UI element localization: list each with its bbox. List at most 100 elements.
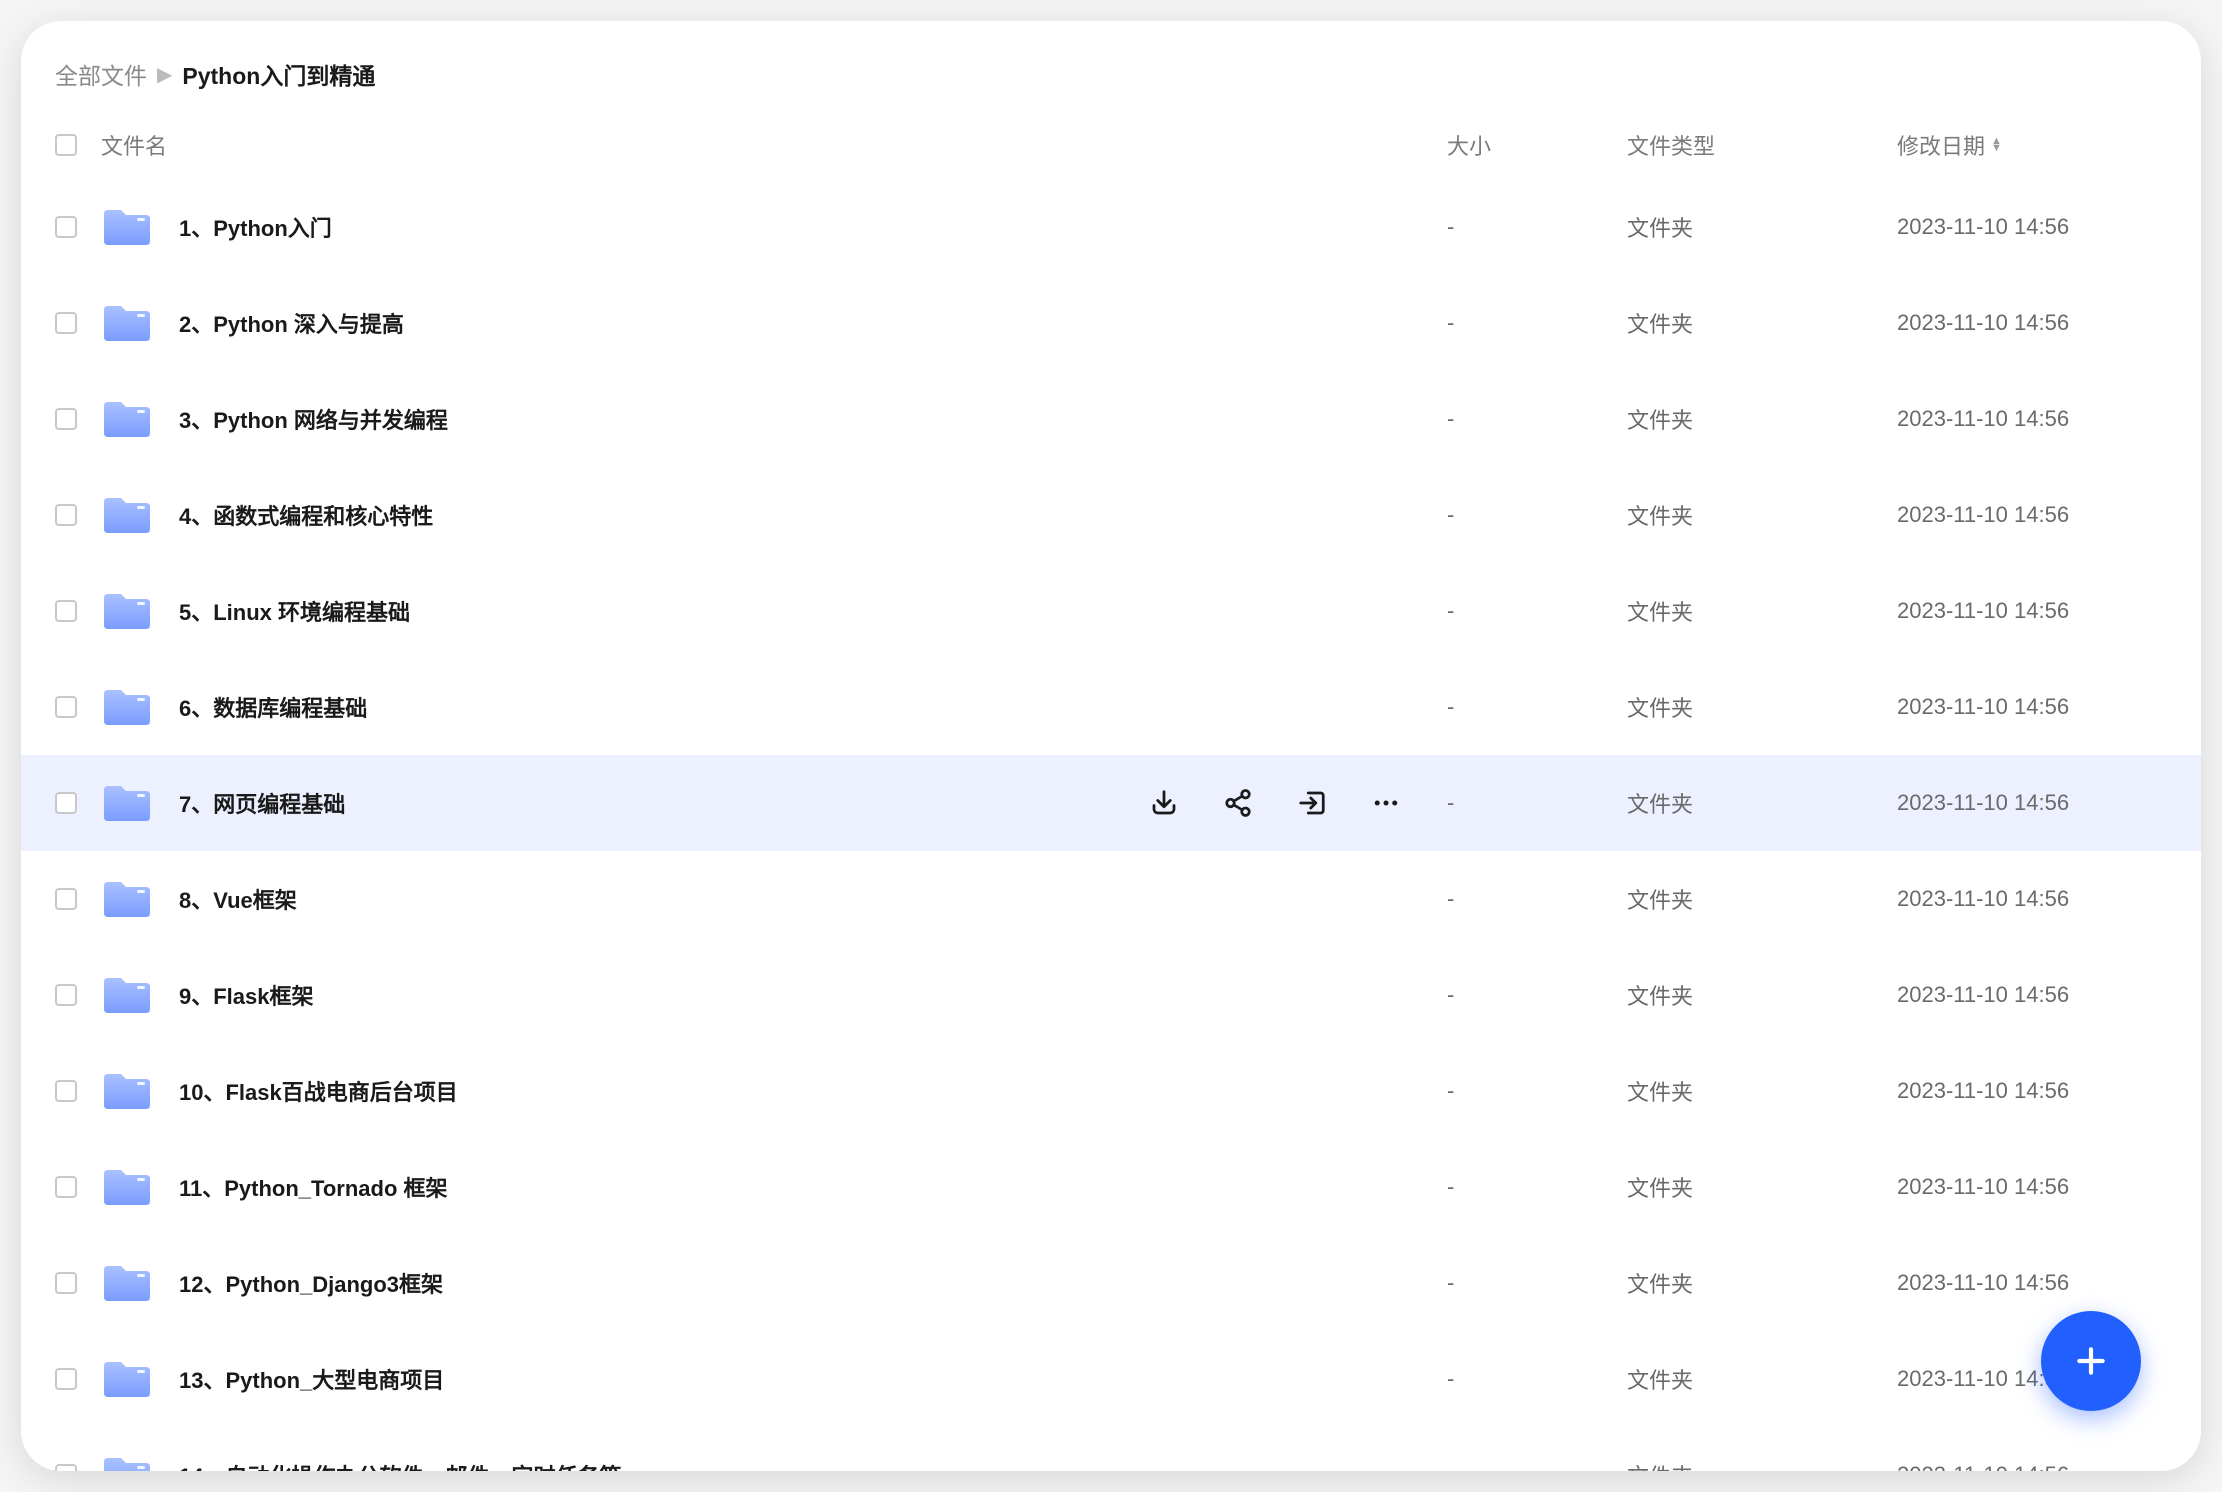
file-size: - <box>1447 214 1627 240</box>
table-row[interactable]: 4、函数式编程和核心特性 - 文件夹 2023-11-10 14:56 <box>21 467 2201 563</box>
row-checkbox[interactable] <box>55 984 77 1006</box>
table-row[interactable]: 5、Linux 环境编程基础 - 文件夹 2023-11-10 14:56 <box>21 563 2201 659</box>
table-row[interactable]: 9、Flask框架 - 文件夹 2023-11-10 14:56 <box>21 947 2201 1043</box>
row-checkbox[interactable] <box>55 408 77 430</box>
file-type: 文件夹 <box>1627 1459 1897 1471</box>
row-checkbox[interactable] <box>55 888 77 910</box>
folder-icon <box>101 1166 153 1208</box>
file-name[interactable]: 5、Linux 环境编程基础 <box>179 595 410 627</box>
file-size: - <box>1447 502 1627 528</box>
file-type: 文件夹 <box>1627 211 1897 243</box>
file-type: 文件夹 <box>1627 595 1897 627</box>
file-browser-window: 全部文件 ▶ Python入门到精通 文件名 大小 文件类型 修改日期 ▲▼ 1… <box>21 21 2201 1471</box>
folder-icon <box>101 1262 153 1304</box>
column-header-date[interactable]: 修改日期 ▲▼ <box>1897 129 2167 161</box>
breadcrumb-root[interactable]: 全部文件 <box>55 57 147 91</box>
row-checkbox[interactable] <box>55 1464 77 1471</box>
file-name[interactable]: 7、网页编程基础 <box>179 787 345 819</box>
sort-indicator-icon: ▲▼ <box>1991 138 2002 152</box>
folder-icon <box>101 782 153 824</box>
folder-icon <box>101 590 153 632</box>
plus-icon <box>2071 1341 2111 1381</box>
file-name[interactable]: 10、Flask百战电商后台项目 <box>179 1075 458 1107</box>
file-name[interactable]: 12、Python_Django3框架 <box>179 1267 443 1299</box>
file-name[interactable]: 14、自动化操作办公软件、邮件、定时任务等 <box>179 1459 621 1471</box>
file-date: 2023-11-10 14:56 <box>1897 502 2167 528</box>
file-name[interactable]: 4、函数式编程和核心特性 <box>179 499 433 531</box>
column-header-name[interactable]: 文件名 <box>91 129 1147 161</box>
row-checkbox[interactable] <box>55 600 77 622</box>
folder-icon <box>101 686 153 728</box>
row-checkbox[interactable] <box>55 312 77 334</box>
select-all-checkbox[interactable] <box>55 134 77 156</box>
file-size: - <box>1447 1366 1627 1392</box>
row-checkbox[interactable] <box>55 1368 77 1390</box>
column-header-type[interactable]: 文件类型 <box>1627 129 1897 161</box>
breadcrumb-current: Python入门到精通 <box>182 57 375 91</box>
move-button[interactable] <box>1295 786 1329 820</box>
table-row[interactable]: 7、网页编程基础 - 文件夹 2023-11-10 14:56 <box>21 755 2201 851</box>
file-name[interactable]: 1、Python入门 <box>179 211 332 243</box>
file-name[interactable]: 6、数据库编程基础 <box>179 691 367 723</box>
row-checkbox[interactable] <box>55 216 77 238</box>
row-checkbox[interactable] <box>55 696 77 718</box>
download-button[interactable] <box>1147 786 1181 820</box>
file-name[interactable]: 13、Python_大型电商项目 <box>179 1363 444 1395</box>
file-name[interactable]: 9、Flask框架 <box>179 979 314 1011</box>
column-header-size[interactable]: 大小 <box>1447 129 1627 161</box>
file-size: - <box>1447 982 1627 1008</box>
file-date: 2023-11-10 14:56 <box>1897 694 2167 720</box>
table-row[interactable]: 13、Python_大型电商项目 - 文件夹 2023-11-10 14:56 <box>21 1331 2201 1427</box>
file-size: - <box>1447 790 1627 816</box>
file-type: 文件夹 <box>1627 1075 1897 1107</box>
folder-icon <box>101 1070 153 1112</box>
folder-icon <box>101 206 153 248</box>
file-type: 文件夹 <box>1627 1171 1897 1203</box>
row-checkbox[interactable] <box>55 1080 77 1102</box>
file-date: 2023-11-10 14:56 <box>1897 406 2167 432</box>
table-row[interactable]: 12、Python_Django3框架 - 文件夹 2023-11-10 14:… <box>21 1235 2201 1331</box>
file-name[interactable]: 11、Python_Tornado 框架 <box>179 1171 448 1203</box>
row-actions <box>1147 786 1447 820</box>
chevron-right-icon: ▶ <box>157 62 172 87</box>
table-row[interactable]: 2、Python 深入与提高 - 文件夹 2023-11-10 14:56 <box>21 275 2201 371</box>
file-name[interactable]: 2、Python 深入与提高 <box>179 307 404 339</box>
table-row[interactable]: 3、Python 网络与并发编程 - 文件夹 2023-11-10 14:56 <box>21 371 2201 467</box>
file-date: 2023-11-10 14:56 <box>1897 310 2167 336</box>
file-type: 文件夹 <box>1627 1363 1897 1395</box>
table-row[interactable]: 1、Python入门 - 文件夹 2023-11-10 14:56 <box>21 179 2201 275</box>
row-checkbox[interactable] <box>55 504 77 526</box>
file-date: 2023-11-10 14:56 <box>1897 214 2167 240</box>
breadcrumb: 全部文件 ▶ Python入门到精通 <box>21 21 2201 111</box>
file-type: 文件夹 <box>1627 691 1897 723</box>
row-checkbox[interactable] <box>55 792 77 814</box>
table-row[interactable]: 10、Flask百战电商后台项目 - 文件夹 2023-11-10 14:56 <box>21 1043 2201 1139</box>
table-row[interactable]: 11、Python_Tornado 框架 - 文件夹 2023-11-10 14… <box>21 1139 2201 1235</box>
table-row[interactable]: 6、数据库编程基础 - 文件夹 2023-11-10 14:56 <box>21 659 2201 755</box>
row-checkbox[interactable] <box>55 1176 77 1198</box>
table-row[interactable]: 8、Vue框架 - 文件夹 2023-11-10 14:56 <box>21 851 2201 947</box>
table-row[interactable]: 14、自动化操作办公软件、邮件、定时任务等 - 文件夹 2023-11-10 1… <box>21 1427 2201 1471</box>
file-size: - <box>1447 1174 1627 1200</box>
folder-icon <box>101 878 153 920</box>
file-size: - <box>1447 1078 1627 1104</box>
file-size: - <box>1447 310 1627 336</box>
share-button[interactable] <box>1221 786 1255 820</box>
file-name[interactable]: 8、Vue框架 <box>179 883 297 915</box>
file-size: - <box>1447 598 1627 624</box>
file-size: - <box>1447 694 1627 720</box>
folder-icon <box>101 494 153 536</box>
file-size: - <box>1447 886 1627 912</box>
file-date: 2023-11-10 14:56 <box>1897 1462 2167 1471</box>
file-date: 2023-11-10 14:56 <box>1897 886 2167 912</box>
add-button[interactable] <box>2041 1311 2141 1411</box>
more-button[interactable] <box>1369 786 1403 820</box>
row-checkbox[interactable] <box>55 1272 77 1294</box>
file-date: 2023-11-10 14:56 <box>1897 790 2167 816</box>
file-type: 文件夹 <box>1627 979 1897 1011</box>
folder-icon <box>101 1358 153 1400</box>
file-date: 2023-11-10 14:56 <box>1897 1270 2167 1296</box>
file-type: 文件夹 <box>1627 499 1897 531</box>
folder-icon <box>101 1454 153 1471</box>
file-name[interactable]: 3、Python 网络与并发编程 <box>179 403 448 435</box>
